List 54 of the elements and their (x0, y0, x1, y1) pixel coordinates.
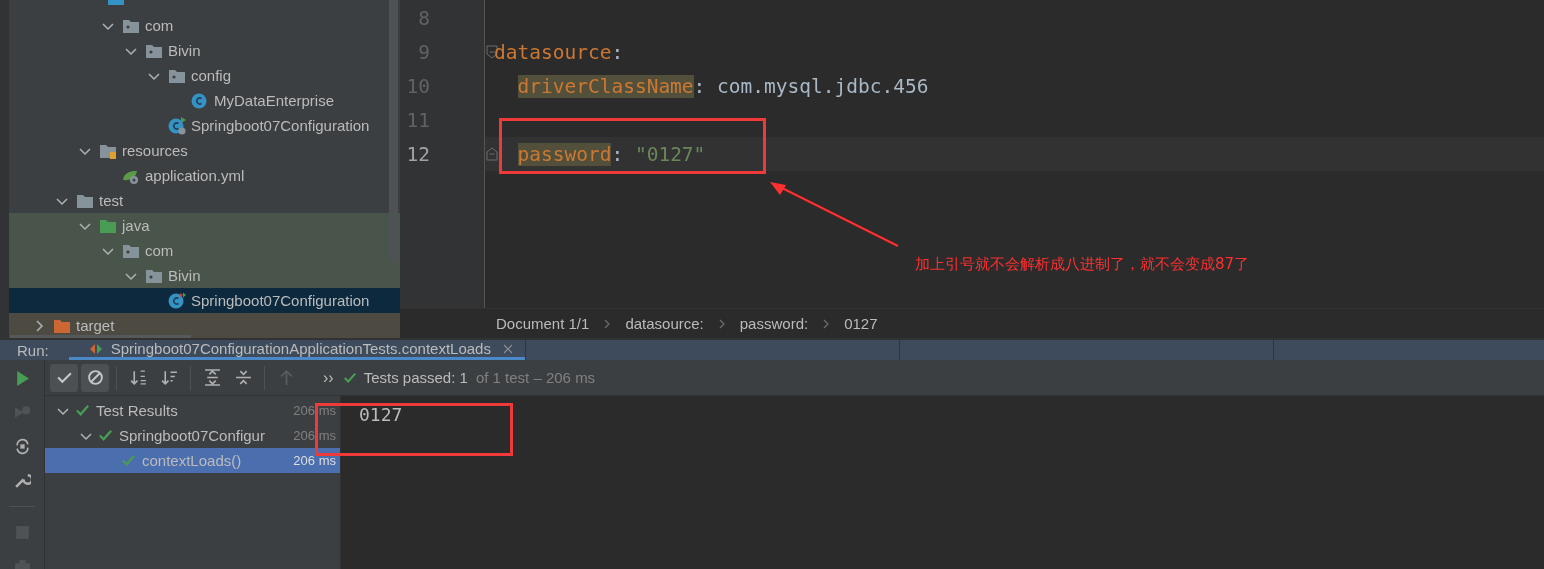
tree-item[interactable]: application.yml (9, 163, 400, 188)
tree-item[interactable]: test (9, 188, 400, 213)
tree-item[interactable]: Springboot07Configuration (9, 113, 400, 138)
more-button[interactable]: ›› (323, 368, 334, 387)
tree-item[interactable]: com (9, 238, 400, 263)
annotation-text: 加上引号就不会解析成八进制了，就不会变成87了 (915, 255, 1250, 274)
console-output: 0127 (341, 396, 1544, 569)
prohibited-icon (86, 369, 104, 386)
test-result-item[interactable]: contextLoads() 206 ms (45, 448, 340, 473)
tree-item[interactable]: com (9, 13, 400, 38)
close-icon[interactable] (502, 343, 513, 354)
tree-item[interactable]: MyDataEnterprise (9, 88, 400, 113)
run-class-icon (168, 291, 186, 310)
test-result-item[interactable]: Springboot07Configur 206 ms (45, 423, 340, 448)
sort-icon (160, 369, 178, 386)
status-text: Tests passed: 1 (363, 369, 468, 386)
breadcrumb[interactable]: Document 1/1 (496, 315, 590, 332)
check-icon (342, 370, 357, 385)
duration: 206 ms (292, 453, 337, 468)
chevron-right-icon[interactable] (33, 319, 45, 332)
duration: 206 ms (292, 428, 337, 443)
toggle-icon[interactable] (13, 438, 31, 455)
tree-item[interactable]: config (9, 63, 400, 88)
expand-icon (203, 369, 221, 386)
breadcrumb[interactable]: password: (739, 315, 809, 332)
tree-item[interactable]: Bivin (9, 263, 400, 288)
run-class-icon (168, 116, 186, 135)
wrench-icon[interactable] (13, 472, 31, 489)
tree-item[interactable]: Springboot07Configuration (9, 288, 400, 313)
check-icon (121, 453, 136, 468)
chevron-right-icon (603, 317, 612, 330)
tree-item[interactable]: Bivin (9, 38, 400, 63)
show-ignored-button[interactable] (81, 363, 109, 392)
sort-alphabetical-icon (129, 369, 147, 386)
status-detail: of 1 test – 206 ms (475, 369, 596, 386)
duration: 206 ms (292, 403, 337, 418)
line-number: 12 (405, 142, 430, 166)
check-icon (75, 403, 90, 418)
breadcrumb[interactable]: 0127 (844, 315, 878, 332)
tree-item[interactable]: java (9, 213, 400, 238)
breadcrumb[interactable]: datasource: (625, 315, 704, 332)
collapse-icon (234, 369, 252, 386)
chevron-right-icon (717, 317, 726, 330)
chevron-right-icon (822, 317, 831, 330)
code-line: datasource: (494, 40, 624, 64)
panel-label: Run: (16, 341, 50, 359)
tree-item[interactable]: resources (9, 138, 400, 163)
check-icon (98, 428, 113, 443)
test-result-item[interactable]: Test Results 206 ms (45, 398, 340, 423)
class-icon (191, 91, 209, 110)
show-passed-button[interactable] (50, 363, 78, 392)
tree-item[interactable]: target (9, 313, 400, 338)
split-arrow-icon (88, 341, 103, 356)
code-line: driverClassName: com.mysql.jdbc.456 (517, 74, 929, 98)
